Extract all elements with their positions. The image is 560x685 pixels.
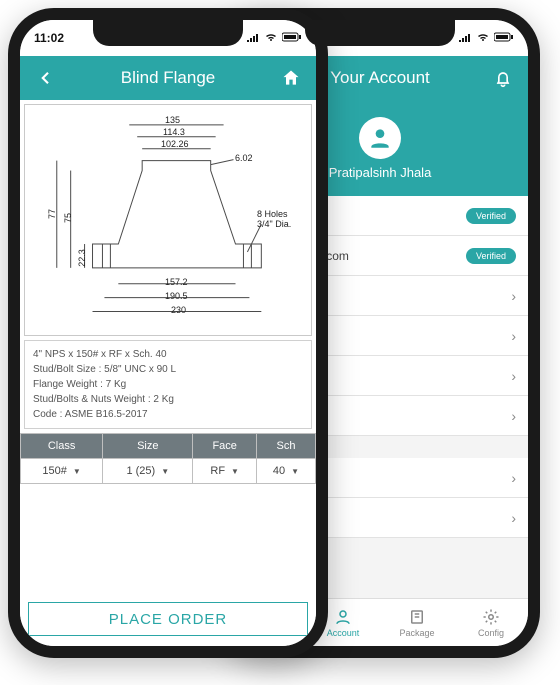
bell-icon[interactable] <box>490 65 516 91</box>
flange-diagram: 135 114.3 102.26 6.02 8 Holes 3/4" Dia. … <box>24 104 312 336</box>
dd-face[interactable]: RF▼ <box>193 459 257 484</box>
dim-8holes-a: 8 Holes <box>257 209 288 219</box>
status-right <box>246 31 302 45</box>
home-icon[interactable] <box>278 65 304 91</box>
back-icon[interactable] <box>32 65 58 91</box>
chevron-right-icon: › <box>511 470 516 486</box>
dim-75: 75 <box>63 213 73 223</box>
dim-77: 77 <box>47 209 57 219</box>
spec-box: 4" NPS x 150# x RF x Sch. 40 Stud/Bolt S… <box>24 340 312 429</box>
spec-line2: Stud/Bolt Size : 5/8" UNC x 90 L <box>33 362 303 377</box>
col-class: Class <box>21 434 103 459</box>
spec-line1: 4" NPS x 150# x RF x Sch. 40 <box>33 347 303 362</box>
verified-badge: Verified <box>466 208 516 224</box>
dim-1572: 157.2 <box>165 277 188 287</box>
col-sch: Sch <box>256 434 315 459</box>
dim-8holes-b: 3/4" Dia. <box>257 219 291 229</box>
dd-class[interactable]: 150#▼ <box>21 459 103 484</box>
dim-1143: 114.3 <box>163 127 185 137</box>
spec-line3: Flange Weight : 7 Kg <box>33 377 303 392</box>
dd-size[interactable]: 1 (25)▼ <box>103 459 193 484</box>
chevron-right-icon: › <box>511 328 516 344</box>
dim-223: 22.3 <box>77 249 87 267</box>
dim-10226: 102.26 <box>161 139 189 149</box>
signal-icon <box>246 31 260 45</box>
wifi-icon <box>264 31 278 45</box>
appbar-flange: Blind Flange <box>20 56 316 100</box>
chevron-right-icon: › <box>511 288 516 304</box>
chevron-down-icon: ▼ <box>231 467 239 476</box>
chevron-right-icon: › <box>511 510 516 526</box>
appbar-title: Blind Flange <box>58 68 278 88</box>
chevron-right-icon: › <box>511 368 516 384</box>
chevron-right-icon: › <box>511 408 516 424</box>
col-size: Size <box>103 434 193 459</box>
dim-602: 6.02 <box>235 153 253 163</box>
status-right <box>458 31 514 45</box>
dd-sch[interactable]: 40▼ <box>256 459 315 484</box>
battery-icon <box>494 31 514 45</box>
chevron-down-icon: ▼ <box>161 467 169 476</box>
device-notch <box>93 20 243 46</box>
verified-badge: Verified <box>466 248 516 264</box>
wifi-icon <box>476 31 490 45</box>
device-notch <box>305 20 455 46</box>
place-order-label: PLACE ORDER <box>109 611 228 628</box>
tab-label: Package <box>399 628 434 638</box>
chevron-down-icon: ▼ <box>73 467 81 476</box>
dim-135: 135 <box>165 115 180 125</box>
dim-1905: 190.5 <box>165 291 188 301</box>
battery-icon <box>282 31 302 45</box>
status-time: 11:02 <box>34 31 64 45</box>
phone-flange: 11:02 Blind Flange <box>8 8 328 658</box>
profile-name: Pratipalsinh Jhala <box>329 165 432 180</box>
flange-content: 135 114.3 102.26 6.02 8 Holes 3/4" Dia. … <box>20 100 316 646</box>
tab-config[interactable]: Config <box>454 599 528 646</box>
tab-label: Account <box>327 628 360 638</box>
avatar <box>359 117 401 159</box>
col-face: Face <box>193 434 257 459</box>
spec-line4: Stud/Bolts & Nuts Weight : 2 Kg <box>33 392 303 407</box>
spec-line5: Code : ASME B16.5-2017 <box>33 407 303 422</box>
place-order-button[interactable]: PLACE ORDER <box>28 602 308 636</box>
dim-230: 230 <box>171 305 186 315</box>
chevron-down-icon: ▼ <box>291 467 299 476</box>
tab-label: Config <box>478 628 504 638</box>
tab-package[interactable]: Package <box>380 599 454 646</box>
signal-icon <box>458 31 472 45</box>
options-table: Class Size Face Sch 150#▼ 1 (25)▼ RF▼ 40… <box>20 433 316 484</box>
